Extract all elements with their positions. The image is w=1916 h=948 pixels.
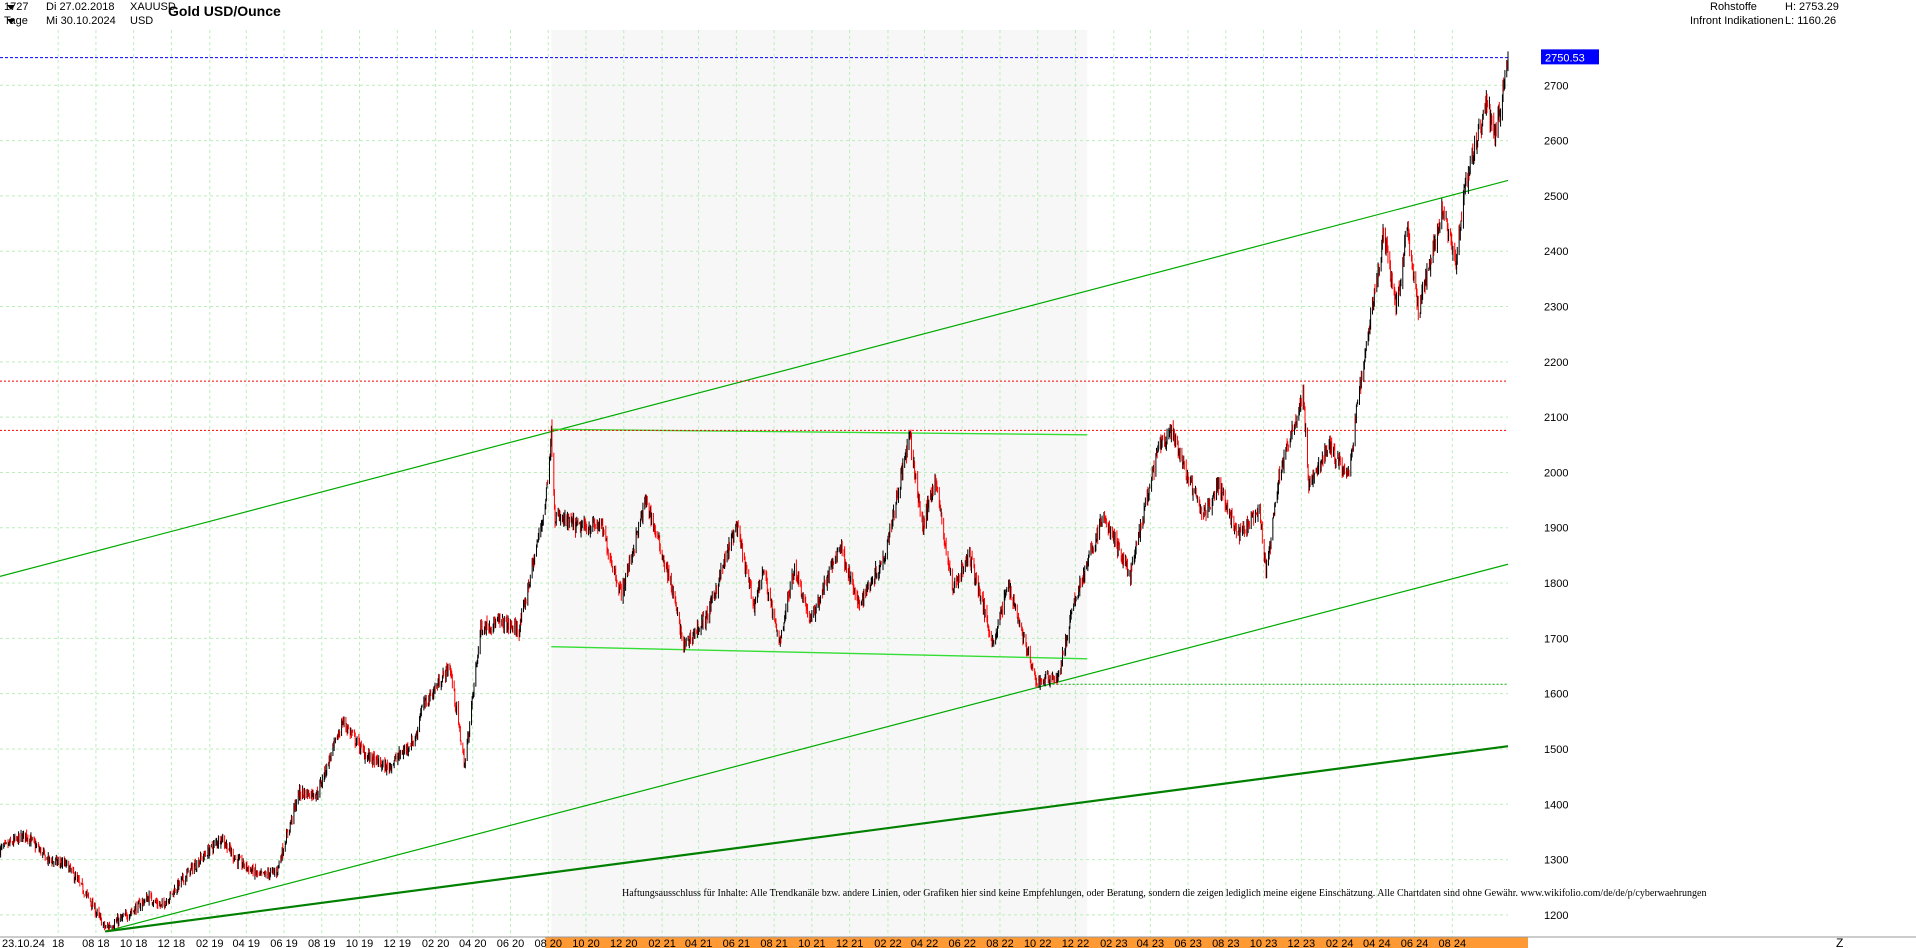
y-tick-label: 2600 (1544, 136, 1568, 148)
x-tick-label: 08 24 (1439, 938, 1467, 948)
x-tick-label: 08 21 (760, 938, 788, 948)
end-date: Mi 30.10.2024 (46, 15, 116, 27)
x-tick-label: 04 21 (685, 938, 713, 948)
y-tick-label: 1600 (1544, 689, 1568, 701)
bar-count-selector[interactable]: 1727 (4, 1, 28, 13)
x-tick-label: 08 23 (1212, 938, 1240, 948)
y-tick-label: 1700 (1544, 633, 1568, 645)
x-tick-label: 06 19 (270, 938, 298, 948)
x-tick-label: 10 21 (798, 938, 826, 948)
x-tick-label: 08 19 (308, 938, 336, 948)
x-tick-label: 04 24 (1363, 938, 1391, 948)
high-value: H: 2753.29 (1785, 1, 1839, 13)
low-value: L: 1160.26 (1785, 15, 1837, 27)
x-tick-label: 10 20 (572, 938, 600, 948)
y-tick-label: 1900 (1544, 523, 1568, 535)
price-chart[interactable]: 1200 1300 1400 1500 1600 1700 1800 1900 2000 2100… (0, 0, 1916, 948)
x-tick-label: 08 20 (534, 938, 562, 948)
y-tick-label: 2700 (1544, 80, 1568, 92)
y-tick-label: 2400 (1544, 246, 1568, 258)
x-tick-label: 06 20 (497, 938, 525, 948)
y-tick-label: 1800 (1544, 578, 1568, 590)
chart-title: Gold USD/Ounce (168, 3, 281, 19)
x-tick-label: 12 21 (836, 938, 864, 948)
x-tick-label: 02 24 (1326, 938, 1354, 948)
range-shading (551, 30, 1088, 937)
x-tick-label: 12 22 (1062, 938, 1090, 948)
x-tick-label: 06 23 (1174, 938, 1202, 948)
currency: USD (130, 15, 154, 27)
x-tick-label: 18 (52, 938, 64, 948)
x-tick-label: 04 23 (1137, 938, 1165, 948)
disclaimer-text: Haftungsausschluss für Inhalte: Alle Tre… (622, 888, 1707, 899)
x-tick-label: 04 20 (459, 938, 487, 948)
y-tick-label: 1200 (1544, 910, 1568, 922)
x-tick-label: 08 22 (986, 938, 1014, 948)
x-tick-label: 12 20 (610, 938, 638, 948)
x-tick-label: 06 24 (1401, 938, 1429, 948)
start-date: Di 27.02.2018 (46, 1, 115, 13)
x-tick-label: 04 19 (233, 938, 261, 948)
x-tick-label: 10 23 (1250, 938, 1278, 948)
last-price-label: 2750.53 (1545, 52, 1585, 64)
y-tick-label: 2300 (1544, 302, 1568, 314)
x-tick-label: 12 23 (1288, 938, 1316, 948)
y-tick-label: 2500 (1544, 191, 1568, 203)
x-tick-label: 02 19 (196, 938, 224, 948)
x-tick-label: 02 22 (874, 938, 902, 948)
bar-count: 1727 (4, 1, 29, 13)
x-tick-label: 02 23 (1100, 938, 1128, 948)
x-tick-label: 10 18 (120, 938, 148, 948)
date-label: 23.10.24 (2, 938, 45, 948)
x-tick-label: 02 20 (422, 938, 450, 948)
x-tick-label: 06 22 (948, 938, 976, 948)
x-tick-label: 04 22 (911, 938, 939, 948)
end-marker: Z (1836, 936, 1843, 948)
y-tick-label: 2000 (1544, 467, 1568, 479)
y-tick-label: 2200 (1544, 357, 1568, 369)
y-tick-label: 2100 (1544, 412, 1568, 424)
x-tick-label: 12 19 (383, 938, 411, 948)
timeframe-selector[interactable]: Tage (4, 15, 28, 27)
x-tick-label: 12 18 (158, 938, 186, 948)
chart-header: 1727 Tage Di 27.02.2018 Mi 30.10.2024 XA… (0, 0, 1916, 30)
x-tick-label: 08 18 (82, 938, 110, 948)
y-tick-label: 1400 (1544, 799, 1568, 811)
category: Rohstoffe (1710, 1, 1757, 13)
x-tick-label: 10 19 (346, 938, 374, 948)
data-source: Infront Indikationen (1690, 15, 1784, 27)
x-tick-label: 06 21 (723, 938, 751, 948)
y-tick-label: 1500 (1544, 744, 1568, 756)
timeframe: Tage (4, 15, 28, 27)
x-tick-label: 02 21 (648, 938, 676, 948)
x-tick-label: 10 22 (1024, 938, 1052, 948)
y-tick-label: 1300 (1544, 855, 1568, 867)
